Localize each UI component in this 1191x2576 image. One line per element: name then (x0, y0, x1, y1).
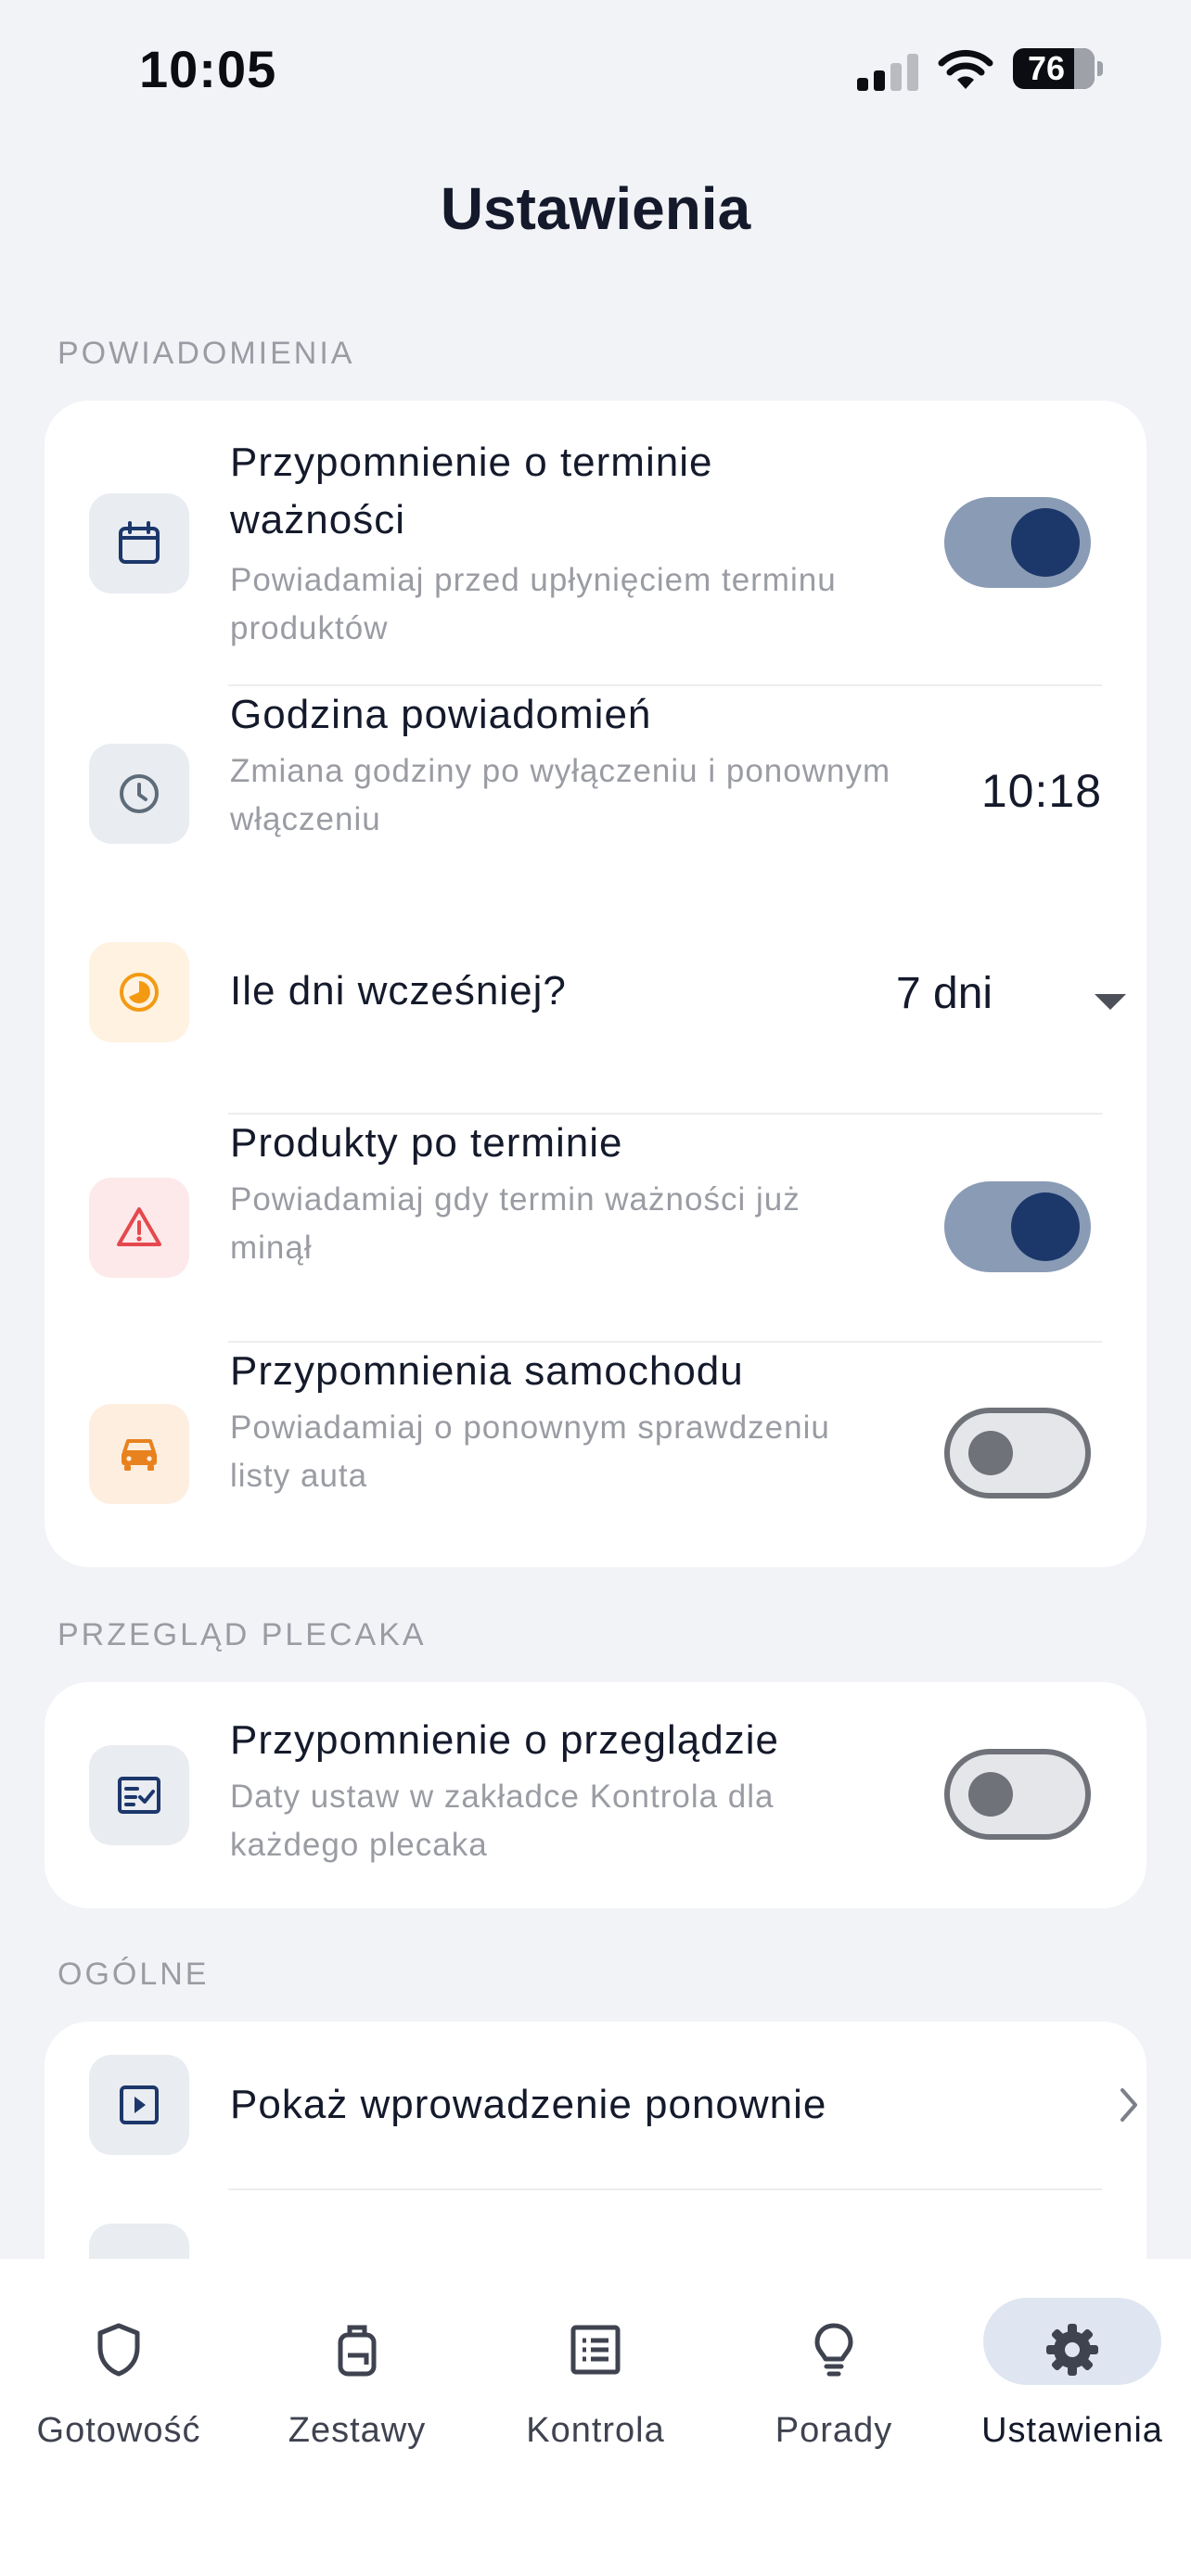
gear-icon (1041, 2318, 1104, 2381)
lightbulb-icon (802, 2318, 865, 2381)
review-reminder-subtitle-line1: Daty ustaw w zakładce Kontrola dla (230, 1779, 775, 1815)
tab-label: Gotowość (36, 2411, 201, 2450)
expiry-reminder-subtitle-line2: produktów (230, 610, 389, 646)
expired-products-title: Produkty po terminie (230, 1120, 623, 1166)
notify-time-subtitle-line1: Zmiana godziny po wyłączeniu i ponownym (230, 753, 891, 789)
tab-zestawy[interactable]: Zestawy (238, 2296, 476, 2463)
checklist-icon (89, 1745, 189, 1845)
list-icon (564, 2318, 627, 2381)
tab-label: Ustawienia (981, 2411, 1163, 2450)
section-header-backpack-review: PRZEGLĄD PLECAKA (58, 1617, 427, 1652)
page-title: Ustawienia (440, 175, 751, 242)
section-header-general: OGÓLNE (58, 1957, 210, 1992)
cellular-signal-icon (857, 54, 918, 91)
show-intro-row[interactable]: Pokaż wprowadzenie ponownie (45, 2021, 1146, 2188)
expiry-reminder-title-line2: ważności (230, 497, 405, 542)
status-time: 10:05 (139, 40, 277, 98)
car-reminders-row: Przypomnienia samochodu Powiadamiaj o po… (45, 1343, 1146, 1567)
car-reminders-title: Przypomnienia samochodu (230, 1348, 744, 1394)
tab-ustawienia[interactable]: Ustawienia (954, 2296, 1191, 2463)
expired-products-subtitle-line2: minął (230, 1230, 313, 1266)
tab-label: Kontrola (526, 2411, 665, 2450)
general-card: Pokaż wprowadzenie ponownie (45, 2021, 1146, 2324)
tab-label: Zestawy (288, 2411, 427, 2450)
dropdown-caret-icon[interactable] (1095, 994, 1126, 1010)
shield-icon (87, 2318, 150, 2381)
tab-label: Porady (775, 2411, 893, 2450)
notify-time-subtitle-line2: włączeniu (230, 801, 381, 837)
calendar-icon (89, 493, 189, 593)
tab-gotowosc[interactable]: Gotowość (0, 2296, 237, 2463)
warning-icon (89, 1178, 189, 1278)
status-bar: 10:05 76 (0, 0, 1191, 139)
review-reminder-title: Przypomnienie o przeglądzie (230, 1717, 779, 1763)
review-reminder-row: Przypomnienie o przeglądzie Daty ustaw w… (45, 1682, 1146, 1908)
review-reminder-subtitle-line2: każdego plecaka (230, 1827, 488, 1863)
tab-kontrola[interactable]: Kontrola (477, 2296, 714, 2463)
expiry-reminder-row: Przypomnienie o terminie ważności Powiad… (45, 401, 1146, 684)
backpack-icon (326, 2318, 389, 2381)
backpack-review-card: Przypomnienie o przeglądzie Daty ustaw w… (45, 1682, 1146, 1908)
notifications-card: Przypomnienie o terminie ważności Powiad… (45, 401, 1146, 1567)
notify-time-row[interactable]: Godzina powiadomień Zmiana godziny po wy… (45, 686, 1146, 899)
chevron-right-icon[interactable] (1109, 2081, 1146, 2129)
car-icon (89, 1404, 189, 1504)
expiry-reminder-title-line1: Przypomnienie o terminie (230, 440, 713, 485)
expired-products-subtitle-line1: Powiadamiaj gdy termin ważności już (230, 1181, 800, 1218)
timer-icon (89, 942, 189, 1042)
expiry-reminder-subtitle-line1: Powiadamiaj przed upłynięciem terminu (230, 562, 837, 598)
divider (228, 2188, 1102, 2190)
play-icon (89, 2055, 189, 2155)
notify-time-value[interactable]: 10:18 (981, 764, 1102, 818)
show-intro-title: Pokaż wprowadzenie ponownie (230, 2082, 827, 2127)
car-reminders-subtitle-line2: listy auta (230, 1458, 368, 1494)
days-before-select[interactable]: 7 dni (896, 968, 992, 1019)
days-before-title: Ile dni wcześniej? (230, 968, 567, 1014)
clock-icon (89, 744, 189, 844)
wifi-icon (938, 49, 993, 89)
battery-icon: 76 (1013, 48, 1095, 89)
expired-products-toggle[interactable] (944, 1181, 1091, 1272)
days-before-row[interactable]: Ile dni wcześniej? 7 dni (45, 901, 1146, 1113)
expiry-reminder-toggle[interactable] (944, 497, 1091, 588)
section-header-notifications: POWIADOMIENIA (58, 336, 355, 371)
battery-level: 76 (1027, 49, 1066, 87)
car-reminders-toggle[interactable] (944, 1408, 1091, 1498)
review-reminder-toggle[interactable] (944, 1749, 1091, 1840)
expired-products-row: Produkty po terminie Powiadamiaj gdy ter… (45, 1115, 1146, 1341)
notify-time-title: Godzina powiadomień (230, 692, 652, 737)
tab-porady[interactable]: Porady (715, 2296, 953, 2463)
car-reminders-subtitle-line1: Powiadamiaj o ponownym sprawdzeniu (230, 1409, 830, 1446)
